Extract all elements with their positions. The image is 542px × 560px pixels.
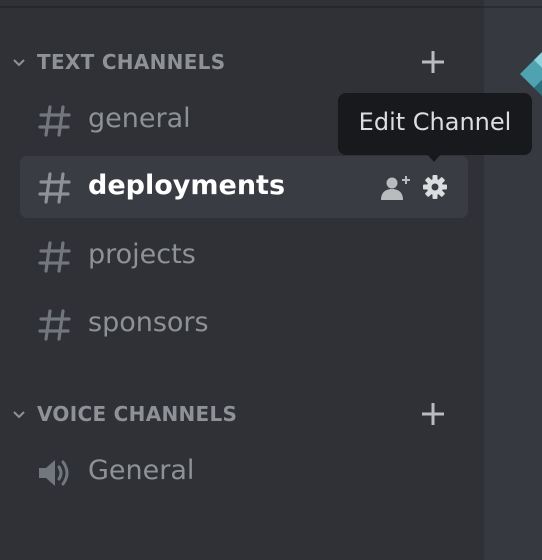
plus-icon[interactable] (419, 400, 447, 428)
category-voice-channels[interactable]: VOICE CHANNELS (0, 394, 484, 434)
gear-icon[interactable] (422, 174, 448, 200)
channel-label: General (88, 455, 195, 486)
category-text-channels[interactable]: TEXT CHANNELS (0, 42, 484, 82)
tooltip-text: Edit Channel (358, 108, 512, 136)
hash-icon (38, 241, 71, 273)
plus-icon[interactable] (419, 48, 447, 76)
edit-channel-tooltip: Edit Channel (338, 93, 532, 162)
channel-label: general (88, 103, 191, 134)
channel-item-sponsors[interactable]: sponsors (20, 293, 468, 355)
channel-item-voice-general[interactable]: General (20, 441, 468, 503)
channel-label: sponsors (88, 307, 209, 338)
speaker-icon (39, 460, 69, 486)
category-label: TEXT CHANNELS (37, 50, 226, 74)
hash-icon (38, 105, 71, 137)
hash-icon (38, 172, 71, 204)
category-label: VOICE CHANNELS (37, 402, 238, 426)
chevron-down-icon (13, 59, 25, 67)
sidebar-top-divider (0, 0, 484, 8)
channel-item-deployments[interactable]: deployments (20, 156, 468, 218)
create-invite-icon[interactable] (380, 173, 412, 201)
channel-label: projects (88, 239, 196, 270)
channel-label: deployments (88, 170, 286, 201)
chevron-down-icon (13, 411, 25, 419)
chat-top-divider (484, 0, 542, 8)
hash-icon (38, 309, 71, 341)
tooltip-arrow (426, 153, 442, 162)
channel-item-projects[interactable]: projects (20, 225, 468, 287)
